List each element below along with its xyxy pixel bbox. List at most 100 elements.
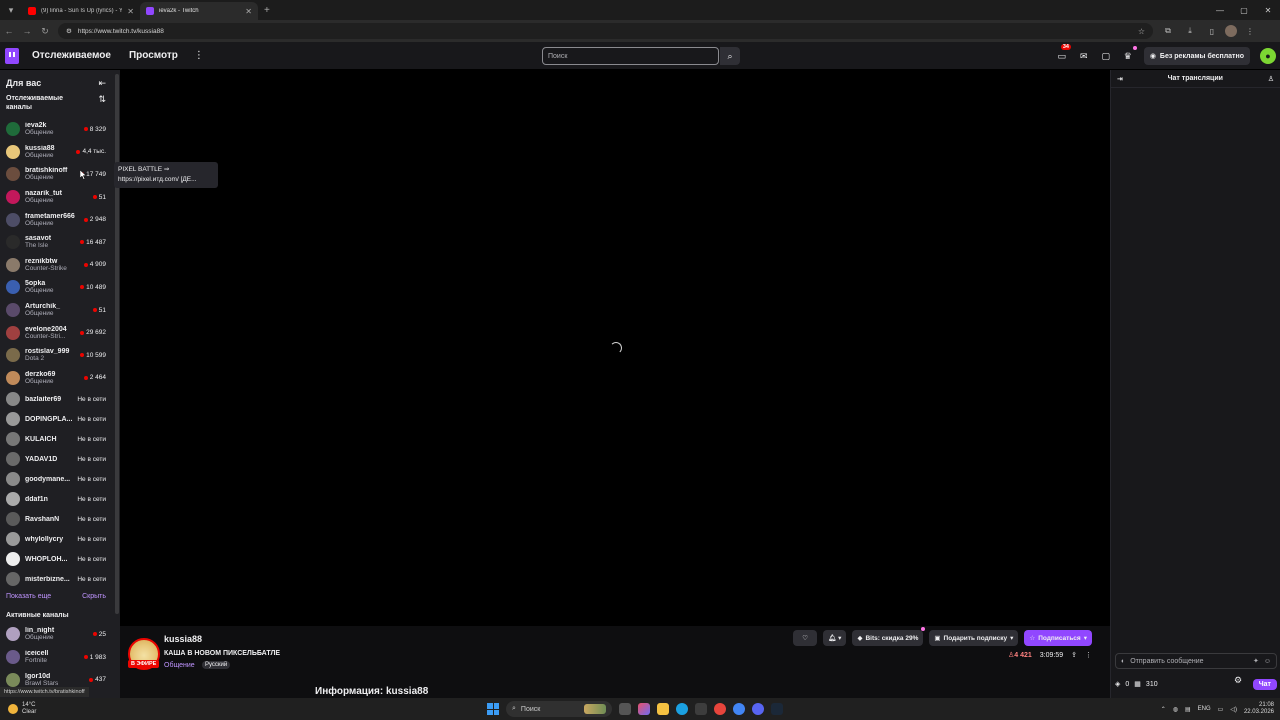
downloads-icon[interactable]: ⤓ [1181,22,1199,40]
sidebar-channel-item[interactable]: ieva2k Общение 8 329 [0,118,120,141]
search-icon[interactable]: ⌕ [720,47,740,65]
sidebar-channel-item[interactable]: iceicell Fortnite 1 983 [0,646,120,669]
close-tab-icon[interactable]: ✕ [127,7,134,16]
copilot-icon[interactable] [638,703,650,715]
browser-menu-icon[interactable]: ⋮ [1241,22,1259,40]
sidebar-channel-item[interactable]: evelone2004 Counter-Stri... 29 692 [0,321,120,344]
user-avatar[interactable]: ● [1260,48,1276,64]
back-icon[interactable]: ← [0,22,18,40]
browser-tab-twitch[interactable]: ieva2k - Twitch ✕ [140,2,258,20]
url-input[interactable]: ⚙ https://www.twitch.tv/kussia88 ☆ [58,23,1153,39]
streamer-name[interactable]: kussia88 [164,634,202,644]
forward-icon[interactable]: → [18,22,36,40]
sidebar-channel-item[interactable]: derzko69 Общение 2 464 [0,367,120,390]
prime-crown-icon[interactable]: ♛ [1122,46,1137,62]
share-icon[interactable]: ⇪ [1071,651,1077,659]
start-menu-icon[interactable] [487,703,499,715]
chrome-profile-icon[interactable] [733,703,745,715]
notification-bell-button[interactable]: 🔔︎ ▾ [823,630,847,646]
nav-browse[interactable]: Просмотр [129,50,178,61]
sidebar-channel-item[interactable]: YADAV1D Не в сети [0,449,120,469]
system-clock[interactable]: 21:08 22.03.2026 [1244,702,1274,716]
edge-icon[interactable] [676,703,688,715]
nav-following[interactable]: Отслеживаемое [32,50,111,61]
file-explorer-icon[interactable] [657,703,669,715]
sidebar-channel-item[interactable]: RavshanN Не в сети [0,509,120,529]
video-player[interactable] [120,70,1110,626]
sidebar-channel-item[interactable]: whylollycry Не в сети [0,529,120,549]
close-tab-icon[interactable]: ✕ [245,7,252,16]
sidebar-channel-item[interactable]: bazlaiter69 Не в сети [0,389,120,409]
chat-settings-icon[interactable]: ⚙ [1234,675,1242,686]
browser-tab-youtube[interactable]: (9) linna - Sun Is Up (lyrics) - Yo ✕ [22,2,140,20]
chat-users-icon[interactable]: ♙ [1268,75,1274,83]
input-language[interactable]: ENG [1198,706,1211,712]
sidebar-channel-item[interactable]: misterbizne... Не в сети [0,569,120,589]
bits-balance-icon[interactable]: ▦ [1134,680,1141,688]
browser-profile-avatar[interactable] [1225,25,1237,37]
bits-cheer-icon[interactable]: ✦ [1253,657,1259,665]
taskbar-search[interactable]: ⌕ Поиск [506,701,612,717]
tray-overflow-icon[interactable]: ⌃ [1161,706,1166,713]
sidebar-channel-item[interactable]: frametamer666 Общение 2 948 [0,208,120,231]
sidebar-channel-item[interactable]: DOPINGPLA... Не в сети [0,409,120,429]
sidebar-channel-item[interactable]: lin_night Общение 25 [0,623,120,646]
discord-icon[interactable] [752,703,764,715]
collapse-chat-icon[interactable]: ⇥ [1117,75,1123,83]
no-ads-button[interactable]: ◉ Без рекламы бесплатно [1143,47,1250,65]
site-info-icon[interactable]: ⚙ [66,27,72,35]
reload-icon[interactable]: ↻ [36,22,54,40]
sort-icon[interactable]: ⇅ [98,94,106,118]
language-tag[interactable]: Русский [202,661,231,669]
follow-heart-button[interactable]: ♡ [793,630,818,646]
sidebar-channel-item[interactable]: nazarik_tut Общение 51 [0,186,120,209]
volume-icon[interactable]: ◁) [1230,706,1237,713]
chrome-icon[interactable] [714,703,726,715]
gift-sub-button[interactable]: ▣ Подарить подписку ▾ [929,630,1019,646]
sidebar-channel-item[interactable]: goodymane... Не в сети [0,469,120,489]
stream-category[interactable]: Общение [164,662,195,669]
hide-link[interactable]: Скрыть [82,593,106,609]
whispers-icon[interactable]: ▢ [1100,50,1112,62]
ms-store-icon[interactable] [695,703,707,715]
subscribe-button[interactable]: ☆ Подписаться ▾ [1024,630,1092,646]
chat-input[interactable]: ◐ Отправить сообщение ✦ ☺ [1115,653,1277,669]
maximize-icon[interactable]: ▢ [1232,0,1256,20]
new-tab-button[interactable]: + [264,5,270,16]
bookmark-star-icon[interactable]: ☆ [1138,27,1145,36]
sidebar-channel-item[interactable]: ddaf1n Не в сети [0,489,120,509]
show-more-link[interactable]: Показать еще [6,593,51,609]
sidebar-channel-item[interactable]: rostislav_999 Dota 2 10 599 [0,344,120,367]
channel-points-icon[interactable]: ◈ [1115,680,1120,688]
sidebar-channel-item[interactable]: Arturchik_ Общение 51 [0,299,120,322]
emote-icon[interactable]: ☺ [1264,658,1271,665]
sidebar-channel-item[interactable]: 5opka Общение 10 489 [0,276,120,299]
tray-app-icon[interactable]: ◍ [1173,706,1178,713]
notifications-icon[interactable]: ▭ 34 [1056,44,1071,62]
chat-badge-icon[interactable]: ◐ [1121,658,1125,665]
sidebar-channel-item[interactable]: bratishkinoff Общение 17 749 [0,163,120,186]
sidebar-channel-item[interactable]: sasavot The Isle 16 487 [0,231,120,254]
steam-icon[interactable] [771,703,783,715]
collapse-sidebar-icon[interactable]: ⇤ [98,78,106,89]
close-window-icon[interactable]: ✕ [1256,0,1280,20]
sidebar-channel-item[interactable]: kussia88 Общение 4,4 тыс. [0,141,120,164]
search-input[interactable] [542,47,719,65]
more-options-icon[interactable]: ⋮ [1085,651,1092,659]
minimize-icon[interactable]: — [1208,0,1232,20]
task-view-icon[interactable] [619,703,631,715]
extensions-icon[interactable]: ⧉ [1159,22,1177,40]
chat-send-button[interactable]: Чат [1252,678,1277,690]
network-icon[interactable]: ▭ [1218,706,1224,713]
bits-button[interactable]: ◆ Bits: скидка 29% [852,627,926,646]
sidebar-toggle-icon[interactable]: ▯ [1203,22,1221,40]
more-menu-icon[interactable]: ⋮ [194,50,204,61]
twitch-logo-icon[interactable] [5,47,19,64]
inbox-icon[interactable]: ✉ [1078,50,1090,62]
weather-widget[interactable]: 14°C Clear [8,702,36,716]
tab-search-icon[interactable]: ▾ [4,3,18,17]
sidebar-channel-item[interactable]: WHOPLOH... Не в сети [0,549,120,569]
tray-app-icon-2[interactable]: ▤ [1185,706,1191,713]
sidebar-channel-item[interactable]: reznikbtw Counter-Strike 4 909 [0,254,120,277]
sidebar-channel-item[interactable]: KULAICH Не в сети [0,429,120,449]
